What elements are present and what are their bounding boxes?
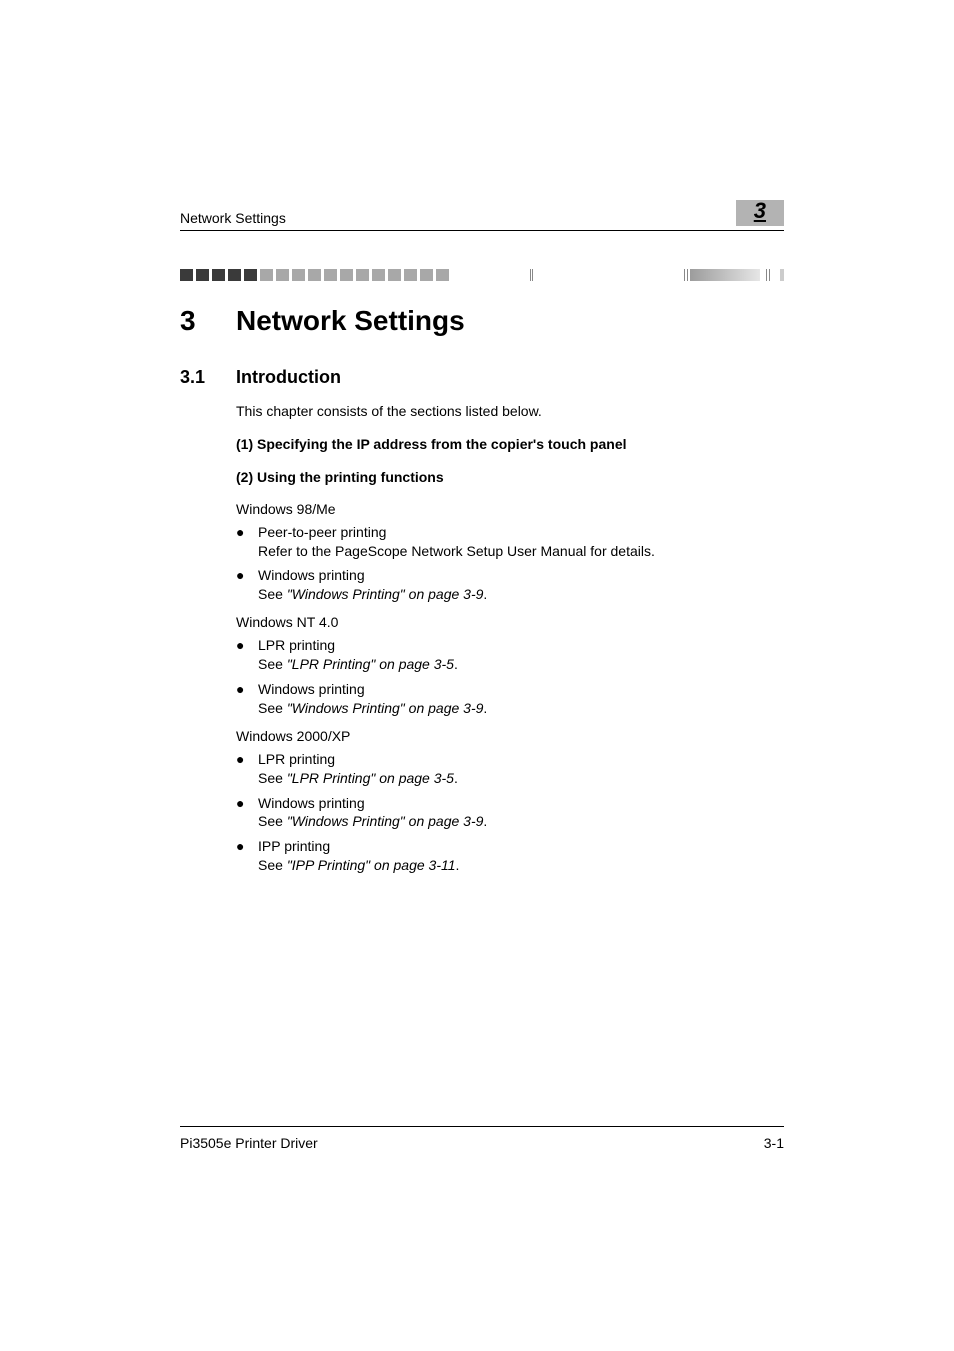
item-title: IPP printing	[258, 838, 330, 854]
item-detail-ref: "LPR Printing" on page 3-5	[287, 656, 454, 672]
bullet-list: ● LPR printing See "LPR Printing" on pag…	[236, 636, 784, 718]
item-detail-ref: "IPP Printing" on page 3-11	[287, 857, 456, 873]
list-item: ● LPR printing See "LPR Printing" on pag…	[236, 750, 784, 788]
list-item: ● LPR printing See "LPR Printing" on pag…	[236, 636, 784, 674]
item-title: LPR printing	[258, 637, 335, 653]
item-detail-suffix: .	[454, 656, 458, 672]
section-number: 3.1	[180, 367, 236, 388]
list-item: ● Windows printing See "Windows Printing…	[236, 680, 784, 718]
item-title: Windows printing	[258, 567, 365, 583]
page-header: Network Settings 3	[180, 200, 784, 231]
bullet-icon: ●	[236, 680, 258, 718]
chapter-badge-number: 3	[754, 198, 766, 224]
item-detail-prefix: See	[258, 586, 287, 602]
page-footer: Pi3505e Printer Driver 3-1	[180, 1126, 784, 1151]
item-title: Windows printing	[258, 795, 365, 811]
bullet-icon: ●	[236, 636, 258, 674]
os-label: Windows 98/Me	[236, 501, 784, 517]
footer-right: 3-1	[764, 1135, 784, 1151]
item-detail-suffix: .	[483, 813, 487, 829]
item-detail-prefix: See	[258, 813, 287, 829]
decorative-stripe	[180, 269, 784, 281]
header-section-label: Network Settings	[180, 210, 286, 226]
body-content: This chapter consists of the sections li…	[236, 402, 784, 875]
bullet-icon: ●	[236, 794, 258, 832]
item-detail-prefix: See	[258, 700, 287, 716]
item-detail-ref: "Windows Printing" on page 3-9	[287, 586, 484, 602]
chapter-heading: 3 Network Settings	[180, 305, 784, 337]
os-label: Windows NT 4.0	[236, 614, 784, 630]
item-detail-suffix: .	[483, 700, 487, 716]
item-detail-prefix: See	[258, 857, 287, 873]
bullet-icon: ●	[236, 523, 258, 561]
item-detail-suffix: .	[483, 586, 487, 602]
item-detail-suffix: .	[454, 770, 458, 786]
footer-left: Pi3505e Printer Driver	[180, 1135, 318, 1151]
item-detail-prefix: See	[258, 770, 287, 786]
os-label: Windows 2000/XP	[236, 728, 784, 744]
section-heading: 3.1 Introduction	[180, 367, 784, 388]
item-title: LPR printing	[258, 751, 335, 767]
spec-line-2: (2) Using the printing functions	[236, 468, 784, 487]
item-detail-ref: "Windows Printing" on page 3-9	[287, 813, 484, 829]
page: Network Settings 3 3 Network Settings	[0, 0, 954, 1351]
item-title: Peer-to-peer printing	[258, 524, 386, 540]
item-detail-ref: "Windows Printing" on page 3-9	[287, 700, 484, 716]
item-detail-ref: "LPR Printing" on page 3-5	[287, 770, 454, 786]
spec-line-1: (1) Specifying the IP address from the c…	[236, 435, 784, 454]
bullet-icon: ●	[236, 750, 258, 788]
chapter-badge: 3	[736, 200, 784, 226]
bullet-list: ● LPR printing See "LPR Printing" on pag…	[236, 750, 784, 875]
list-item: ● Windows printing See "Windows Printing…	[236, 566, 784, 604]
bullet-icon: ●	[236, 566, 258, 604]
bullet-icon: ●	[236, 837, 258, 875]
item-title: Windows printing	[258, 681, 365, 697]
list-item: ● IPP printing See "IPP Printing" on pag…	[236, 837, 784, 875]
chapter-title: Network Settings	[236, 305, 465, 337]
intro-paragraph: This chapter consists of the sections li…	[236, 402, 784, 421]
chapter-number: 3	[180, 305, 236, 337]
section-title: Introduction	[236, 367, 341, 388]
item-detail: Refer to the PageScope Network Setup Use…	[258, 543, 655, 559]
list-item: ● Windows printing See "Windows Printing…	[236, 794, 784, 832]
list-item: ● Peer-to-peer printing Refer to the Pag…	[236, 523, 784, 561]
item-detail-suffix: .	[456, 857, 460, 873]
bullet-list: ● Peer-to-peer printing Refer to the Pag…	[236, 523, 784, 605]
item-detail-prefix: See	[258, 656, 287, 672]
